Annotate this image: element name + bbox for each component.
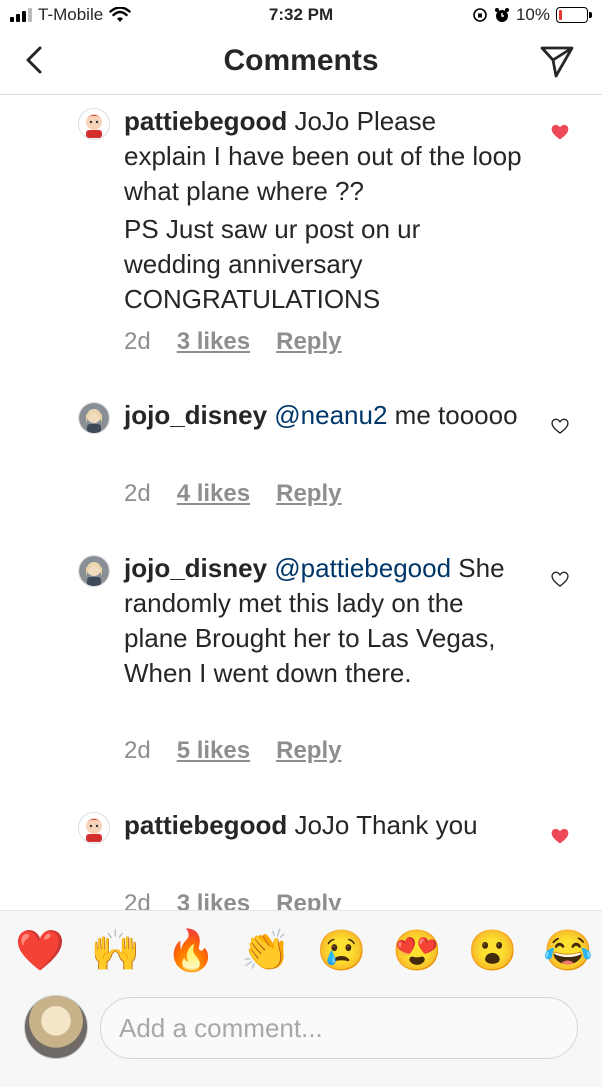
comment-meta: 2d 4 likes Reply [124, 480, 341, 508]
battery-icon [556, 7, 592, 23]
comment-input[interactable] [100, 997, 578, 1059]
reply-button[interactable]: Reply [276, 480, 341, 508]
likes-link[interactable]: 4 likes [177, 480, 250, 508]
heart-filled-icon[interactable] [550, 826, 570, 846]
quick-emoji-bar: ❤️ 🙌 🔥 👏 😢 😍 😮 😂 [14, 927, 594, 974]
heart-outline-icon[interactable] [550, 569, 570, 589]
comment-time: 2d [124, 328, 151, 355]
mention-link[interactable]: @neanu2 [274, 400, 387, 430]
avatar[interactable] [78, 402, 110, 434]
header: Comments [0, 32, 602, 95]
tears-of-joy-emoji[interactable]: 😂 [542, 927, 594, 974]
status-bar: T-Mobile 7:32 PM 10% [0, 0, 602, 32]
comment-time: 2d [124, 737, 151, 764]
clapping-hands-emoji[interactable]: 👏 [240, 927, 292, 974]
comment-text: PS Just saw ur post on ur wedding annive… [124, 214, 421, 314]
comment-composer: ❤️ 🙌 🔥 👏 😢 😍 😮 😂 [0, 910, 602, 1087]
avatar-icon [79, 109, 109, 139]
crying-face-emoji[interactable]: 😢 [316, 927, 368, 974]
red-heart-emoji[interactable]: ❤️ [14, 927, 66, 974]
battery-percent: 10% [515, 5, 550, 24]
share-icon[interactable] [538, 42, 576, 80]
avatar-icon [79, 813, 109, 843]
avatar[interactable] [78, 812, 110, 844]
comment-meta: 2d 3 likes Reply [124, 328, 341, 356]
alarm-icon [494, 8, 509, 22]
fire-emoji[interactable]: 🔥 [165, 927, 217, 974]
heart-filled-icon[interactable] [550, 122, 570, 142]
avatar[interactable] [78, 108, 110, 140]
comment-text: JoJo Thank you [294, 810, 478, 840]
comment-text: me tooooo [394, 400, 518, 430]
reply-button[interactable]: Reply [276, 737, 341, 765]
raised-hands-emoji[interactable]: 🙌 [89, 927, 141, 974]
comment-username[interactable]: pattiebegood [124, 810, 287, 840]
comment-username[interactable]: jojo_disney [124, 400, 267, 430]
surprised-face-emoji[interactable]: 😮 [467, 927, 519, 974]
comment-username[interactable]: pattiebegood [124, 106, 287, 136]
likes-link[interactable]: 5 likes [177, 737, 250, 765]
avatar[interactable] [78, 555, 110, 587]
avatar-icon [79, 403, 109, 433]
avatar-icon [79, 556, 109, 586]
page-title: Comments [223, 44, 379, 77]
comment-time: 2d [124, 480, 151, 507]
heart-eyes-emoji[interactable]: 😍 [391, 927, 443, 974]
mention-link[interactable]: @pattiebegood [274, 553, 451, 583]
heart-outline-icon[interactable] [550, 416, 570, 436]
likes-link[interactable]: 3 likes [177, 328, 250, 356]
comment-username[interactable]: jojo_disney [124, 553, 267, 583]
comment-meta: 2d 5 likes Reply [124, 737, 341, 765]
reply-button[interactable]: Reply [276, 328, 341, 356]
orientation-lock-icon [473, 8, 487, 22]
current-user-avatar [24, 995, 88, 1059]
